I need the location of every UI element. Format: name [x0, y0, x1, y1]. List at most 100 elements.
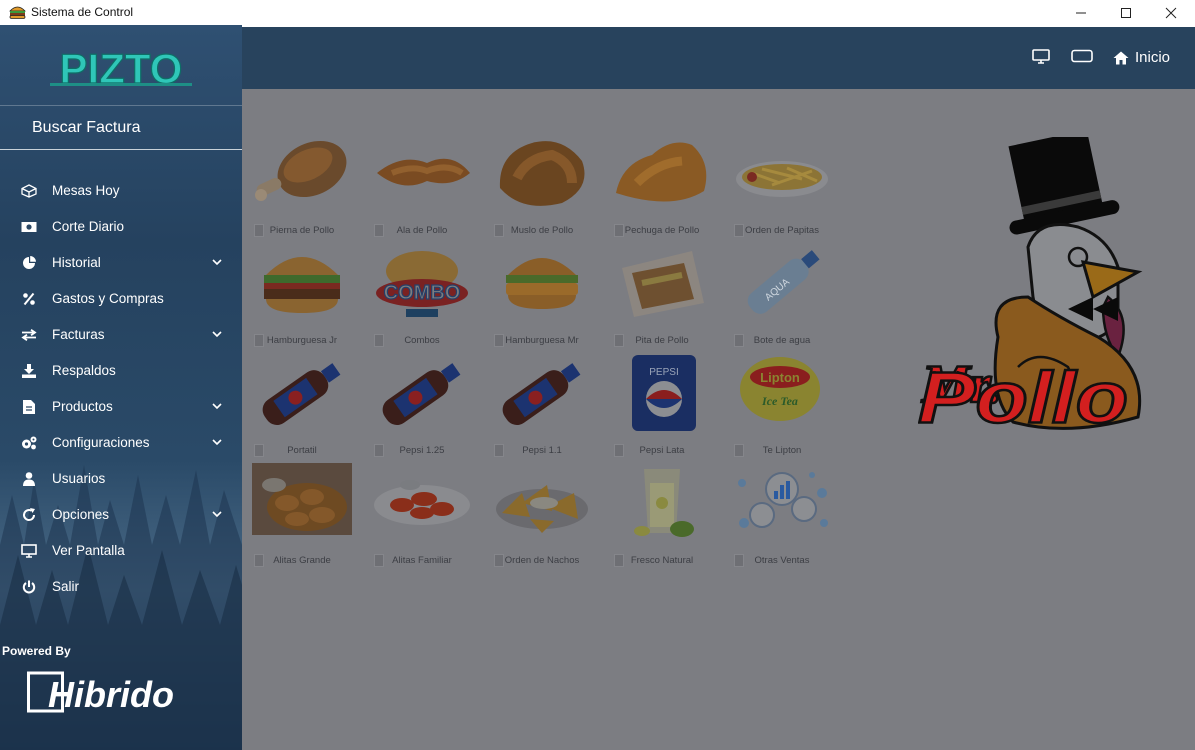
product-tile[interactable]: PEPSI Pepsi Lata [612, 353, 712, 459]
product-tile[interactable]: Pepsi 1.1 [492, 353, 592, 459]
product-tile[interactable]: Alitas Familiar [372, 463, 472, 569]
sidebar-item-mesas-hoy[interactable]: Mesas Hoy [0, 173, 242, 209]
search-invoice-label: Buscar Factura [32, 119, 141, 136]
sidebar-item-label: Gastos y Compras [52, 291, 164, 306]
sidebar-item-label: Facturas [52, 327, 105, 342]
product-tile[interactable]: Alitas Grande [252, 463, 352, 569]
powered-by-label: Powered By [2, 644, 71, 658]
sidebar-item-productos[interactable]: Productos [0, 389, 242, 425]
percent-icon [21, 292, 37, 306]
soda-can-image: PEPSI [632, 355, 696, 431]
product-tile[interactable]: Orden de Papitas [732, 133, 832, 239]
home-button[interactable]: Inicio [1113, 49, 1170, 66]
iced-tea-image: Lipton Ice Tea [740, 357, 820, 421]
download-icon [21, 364, 37, 378]
product-tile[interactable]: Otras Ventas [732, 463, 832, 569]
chevron-down-icon [212, 511, 222, 518]
product-name: Pepsi Lata [639, 445, 685, 456]
product-tile[interactable]: AQUA Bote de agua [732, 243, 832, 349]
product-name: Portatil [287, 445, 317, 456]
product-tile[interactable]: Pepsi 1.25 [372, 353, 472, 459]
hibrido-logo: Hibrido [27, 671, 174, 715]
power-icon [21, 580, 37, 594]
product-name: Orden de Nachos [504, 555, 580, 566]
wings-plate-image [374, 480, 470, 525]
mascot-line2: Pollo [918, 357, 1128, 438]
product-name: Otras Ventas [754, 555, 810, 566]
pizto-logo: PIZTO [0, 25, 242, 106]
combo-text: COMBO [384, 282, 461, 304]
maximize-button[interactable] [1103, 0, 1149, 25]
product-name: Fresco Natural [630, 555, 694, 566]
product-tile[interactable]: Ala de Pollo [372, 133, 472, 239]
search-invoice-button[interactable]: Buscar Factura [0, 107, 242, 150]
sidebar-menu: Mesas Hoy Corte Diario Historial Gastos … [0, 173, 242, 605]
sidebar-item-label: Productos [52, 399, 113, 414]
chicken-thigh-image [499, 141, 585, 206]
water-bottle-image: AQUA [747, 250, 820, 314]
tablet-icon [1071, 49, 1093, 63]
sidebar-item-respaldos[interactable]: Respaldos [0, 353, 242, 389]
close-icon [1165, 7, 1177, 18]
close-button[interactable] [1148, 0, 1194, 25]
product-name: Combos [404, 335, 440, 346]
sidebar-item-label: Respaldos [52, 363, 116, 378]
chevron-down-icon [212, 403, 222, 410]
product-tile[interactable]: Hamburguesa Mr [492, 243, 592, 349]
soda-bottle-image [502, 363, 581, 425]
app-burger-icon [9, 6, 26, 19]
minimize-button[interactable] [1058, 0, 1104, 25]
product-tile[interactable]: Orden de Nachos [492, 463, 592, 569]
fries-image [736, 161, 828, 197]
sidebar-item-label: Historial [52, 255, 101, 270]
pie-chart-icon [21, 256, 37, 270]
product-name: Hamburguesa Mr [505, 335, 579, 346]
chicken-drumstick-image [255, 140, 347, 201]
sidebar-item-label: Usuarios [52, 471, 106, 486]
window-titlebar: Sistema de Control [0, 0, 1195, 25]
sidebar-item-opciones[interactable]: Opciones [0, 497, 242, 533]
sidebar-item-label: Ver Pantalla [52, 543, 125, 558]
product-name: Muslo de Pollo [510, 225, 574, 236]
product-tile[interactable]: COMBO Combos [372, 243, 472, 349]
lemonade-image [634, 469, 694, 537]
product-tile[interactable]: Hamburguesa Jr [252, 243, 352, 349]
sidebar-item-historial[interactable]: Historial [0, 245, 242, 281]
tablet-button[interactable] [1071, 49, 1093, 63]
product-name: Pita de Pollo [635, 335, 689, 346]
product-tile[interactable]: Lipton Ice Tea Te Lipton [732, 353, 832, 459]
product-name: Alitas Grande [273, 555, 331, 566]
burger-image [264, 257, 340, 313]
sidebar-item-label: Mesas Hoy [52, 183, 120, 198]
monitor-button[interactable] [1032, 49, 1050, 64]
sidebar-item-configuraciones[interactable]: Configuraciones [0, 425, 242, 461]
sidebar-item-salir[interactable]: Salir [0, 569, 242, 605]
product-name: Hamburguesa Jr [266, 335, 338, 346]
sidebar-item-gastos-compras[interactable]: Gastos y Compras [0, 281, 242, 317]
sidebar: PIZTO Buscar Factura Mesas Hoy Corte Dia… [0, 25, 242, 750]
product-tile[interactable]: Muslo de Pollo [492, 133, 592, 239]
money-icon [21, 220, 37, 234]
product-tile[interactable]: Pechuga de Pollo [612, 133, 712, 239]
sidebar-item-label: Opciones [52, 507, 110, 522]
product-name: Pepsi 1.1 [522, 445, 562, 456]
sidebar-item-usuarios[interactable]: Usuarios [0, 461, 242, 497]
product-tile[interactable]: Portatil [252, 353, 352, 459]
product-tile[interactable]: Pierna de Pollo [252, 133, 352, 239]
sidebar-item-label: Corte Diario [52, 219, 125, 234]
monitor-icon [21, 544, 37, 558]
sidebar-item-ver-pantalla[interactable]: Ver Pantalla [0, 533, 242, 569]
product-name: Pepsi 1.25 [399, 445, 445, 456]
sidebar-item-label: Configuraciones [52, 435, 150, 450]
lipton-product-text: Ice Tea [761, 394, 798, 408]
product-name: Pierna de Pollo [269, 225, 335, 236]
cube-icon [21, 184, 37, 198]
product-tile[interactable]: Pita de Pollo [612, 243, 712, 349]
chicken-burger-image [506, 258, 578, 309]
pita-image [622, 251, 704, 317]
sidebar-item-label: Salir [52, 579, 80, 594]
sidebar-item-corte-diario[interactable]: Corte Diario [0, 209, 242, 245]
product-tile[interactable]: Fresco Natural [612, 463, 712, 569]
sidebar-item-facturas[interactable]: Facturas [0, 317, 242, 353]
product-name: Ala de Pollo [396, 225, 448, 236]
